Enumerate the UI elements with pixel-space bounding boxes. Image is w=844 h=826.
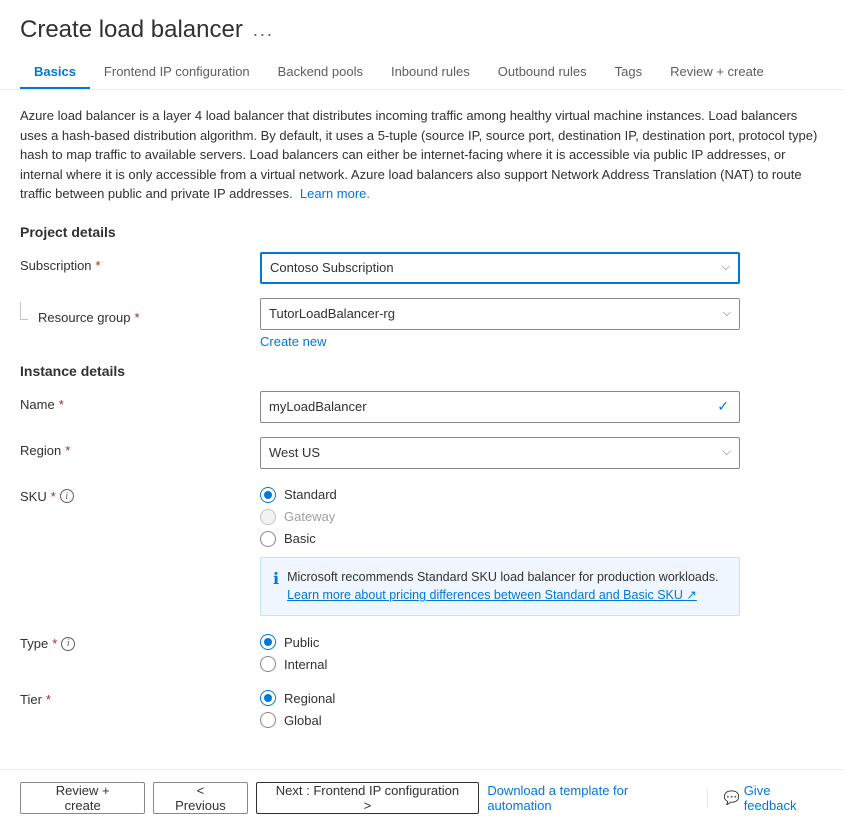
sku-info-box-icon: ℹ xyxy=(273,569,279,589)
create-new-link[interactable]: Create new xyxy=(260,334,326,349)
tier-required: * xyxy=(46,692,51,707)
type-internal-option[interactable]: Internal xyxy=(260,656,740,672)
tab-basics[interactable]: Basics xyxy=(20,56,90,89)
resource-group-row: Resource group * TutorLoadBalancer-rg ⌵ … xyxy=(20,298,824,349)
main-content: Azure load balancer is a layer 4 load ba… xyxy=(0,90,844,769)
type-public-label: Public xyxy=(284,635,319,650)
tier-control: Regional Global xyxy=(260,686,740,728)
tab-frontend-ip[interactable]: Frontend IP configuration xyxy=(90,56,264,89)
name-input[interactable]: myLoadBalancer ✓ xyxy=(260,391,740,423)
tier-radio-group: Regional Global xyxy=(260,686,740,728)
region-select[interactable]: West US ⌵ xyxy=(260,437,740,469)
sku-control: Standard Gateway Basic ℹ Microsoft recom… xyxy=(260,483,740,617)
tab-outbound-rules[interactable]: Outbound rules xyxy=(484,56,601,89)
tab-review-create[interactable]: Review + create xyxy=(656,56,778,89)
tier-row: Tier * Regional Global xyxy=(20,686,824,728)
sku-gateway-radio xyxy=(260,509,276,525)
name-required: * xyxy=(59,397,64,412)
sku-standard-label: Standard xyxy=(284,487,337,502)
navigation-tabs: Basics Frontend IP configuration Backend… xyxy=(0,56,844,90)
sku-info-icon[interactable]: i xyxy=(60,489,74,503)
resource-group-select[interactable]: TutorLoadBalancer-rg ⌵ xyxy=(260,298,740,330)
page-title: Create load balancer xyxy=(20,16,243,44)
sku-basic-label: Basic xyxy=(284,531,316,546)
sku-label: SKU * i xyxy=(20,483,260,504)
type-required: * xyxy=(52,636,57,651)
type-row: Type * i Public Internal xyxy=(20,630,824,672)
resource-group-chevron-icon: ⌵ xyxy=(723,307,731,320)
subscription-row: Subscription * Contoso Subscription ⌵ xyxy=(20,252,824,284)
region-label: Region * xyxy=(20,437,260,458)
give-feedback-link[interactable]: 💬 Give feedback xyxy=(724,783,825,813)
instance-details-section: Instance details Name * myLoadBalancer ✓… xyxy=(20,363,824,729)
feedback-icon: 💬 xyxy=(724,790,740,806)
tier-regional-label: Regional xyxy=(284,691,335,706)
type-internal-radio[interactable] xyxy=(260,656,276,672)
type-control: Public Internal xyxy=(260,630,740,672)
footer: Review + create < Previous Next : Fronte… xyxy=(0,769,844,826)
subscription-chevron-icon: ⌵ xyxy=(722,261,730,274)
region-chevron-icon: ⌵ xyxy=(723,446,731,459)
tier-global-option[interactable]: Global xyxy=(260,712,740,728)
type-radio-group: Public Internal xyxy=(260,630,740,672)
tab-inbound-rules[interactable]: Inbound rules xyxy=(377,56,484,89)
sku-required: * xyxy=(51,489,56,504)
next-button[interactable]: Next : Frontend IP configuration > xyxy=(256,782,480,814)
tier-regional-radio[interactable] xyxy=(260,690,276,706)
sku-info-box-link[interactable]: Learn more about pricing differences bet… xyxy=(287,588,697,602)
resource-group-label-wrap: Resource group * xyxy=(20,298,260,325)
subscription-required: * xyxy=(96,258,101,273)
l-bracket-icon xyxy=(20,302,28,320)
name-control: myLoadBalancer ✓ xyxy=(260,391,740,423)
resource-group-required: * xyxy=(135,310,140,325)
subscription-label: Subscription * xyxy=(20,252,260,273)
footer-right: Download a template for automation 💬 Giv… xyxy=(487,783,824,813)
name-label: Name * xyxy=(20,391,260,412)
type-label: Type * i xyxy=(20,630,260,651)
subscription-select[interactable]: Contoso Subscription ⌵ xyxy=(260,252,740,284)
type-public-radio[interactable] xyxy=(260,634,276,650)
type-public-option[interactable]: Public xyxy=(260,634,740,650)
tier-global-label: Global xyxy=(284,713,322,728)
resource-group-label: Resource group * xyxy=(34,304,274,325)
learn-more-link[interactable]: Learn more. xyxy=(300,186,370,201)
tier-label: Tier * xyxy=(20,686,260,707)
project-details-title: Project details xyxy=(20,224,824,240)
name-check-icon: ✓ xyxy=(717,398,729,415)
sku-standard-option[interactable]: Standard xyxy=(260,487,740,503)
instance-details-title: Instance details xyxy=(20,363,824,379)
sku-info-box-text: Microsoft recommends Standard SKU load b… xyxy=(287,568,718,606)
region-required: * xyxy=(65,443,70,458)
region-control: West US ⌵ xyxy=(260,437,740,469)
tab-tags[interactable]: Tags xyxy=(601,56,656,89)
sku-row: SKU * i Standard Gateway Basic xyxy=(20,483,824,617)
download-template-link[interactable]: Download a template for automation xyxy=(487,783,690,813)
review-create-button[interactable]: Review + create xyxy=(20,782,145,814)
page-title-ellipsis: ... xyxy=(253,20,274,41)
subscription-control: Contoso Subscription ⌵ xyxy=(260,252,740,284)
project-details-section: Project details Subscription * Contoso S… xyxy=(20,224,824,349)
previous-button[interactable]: < Previous xyxy=(153,782,247,814)
region-row: Region * West US ⌵ xyxy=(20,437,824,469)
sku-radio-group: Standard Gateway Basic xyxy=(260,483,740,547)
page-header: Create load balancer ... xyxy=(0,0,844,44)
type-info-icon[interactable]: i xyxy=(61,637,75,651)
sku-standard-radio[interactable] xyxy=(260,487,276,503)
tab-backend-pools[interactable]: Backend pools xyxy=(264,56,377,89)
tier-regional-option[interactable]: Regional xyxy=(260,690,740,706)
sku-basic-option[interactable]: Basic xyxy=(260,531,740,547)
tier-global-radio[interactable] xyxy=(260,712,276,728)
description-text: Azure load balancer is a layer 4 load ba… xyxy=(20,106,824,204)
sku-gateway-option: Gateway xyxy=(260,509,740,525)
resource-group-control: TutorLoadBalancer-rg ⌵ Create new xyxy=(260,298,740,349)
sku-basic-radio[interactable] xyxy=(260,531,276,547)
sku-info-box: ℹ Microsoft recommends Standard SKU load… xyxy=(260,557,740,617)
sku-gateway-label: Gateway xyxy=(284,509,335,524)
resource-group-indent xyxy=(20,308,28,320)
footer-divider xyxy=(707,788,708,808)
type-internal-label: Internal xyxy=(284,657,327,672)
name-row: Name * myLoadBalancer ✓ xyxy=(20,391,824,423)
